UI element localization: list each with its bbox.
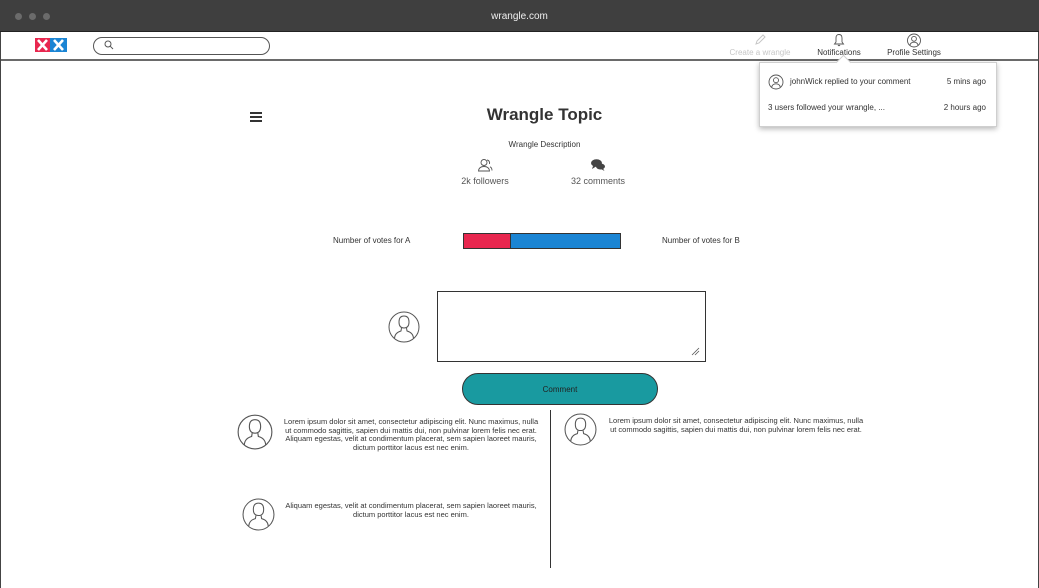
logo-icon[interactable] bbox=[35, 38, 67, 52]
followers-count: 2k followers bbox=[461, 176, 509, 186]
search-icon bbox=[104, 40, 114, 50]
votes-b-label: Number of votes for B bbox=[662, 236, 740, 245]
avatar bbox=[237, 414, 273, 450]
comments-count: 32 comments bbox=[570, 176, 626, 186]
avatar bbox=[242, 498, 275, 531]
bell-icon bbox=[833, 34, 845, 47]
vote-fill-a bbox=[464, 234, 511, 248]
user-icon bbox=[768, 74, 784, 90]
profile-settings-label: Profile Settings bbox=[887, 48, 941, 57]
vote-progress-bar[interactable] bbox=[463, 233, 621, 249]
wrangle-description: Wrangle Description bbox=[508, 140, 581, 149]
vote-fill-b bbox=[510, 234, 620, 248]
votes-a-label: Number of votes for A bbox=[333, 236, 411, 245]
notification-time: 5 mins ago bbox=[946, 77, 986, 86]
search-bar[interactable] bbox=[93, 37, 270, 55]
resize-grip-icon[interactable] bbox=[691, 347, 700, 356]
comments-stat[interactable]: 32 comments bbox=[560, 158, 636, 186]
notification-text: johnWick replied to your comment bbox=[790, 77, 911, 86]
search-input[interactable] bbox=[120, 39, 260, 53]
comments-divider bbox=[550, 410, 551, 568]
comment-text: Lorem ipsum dolor sit amet, consectetur … bbox=[283, 417, 539, 453]
profile-settings-button[interactable]: Profile Settings bbox=[881, 32, 947, 61]
user-icon bbox=[907, 33, 921, 48]
comment-text: Lorem ipsum dolor sit amet, consectetur … bbox=[608, 416, 864, 434]
avatar bbox=[388, 311, 420, 343]
browser-url: wrangle.com bbox=[491, 11, 548, 22]
browser-titlebar: wrangle.com bbox=[0, 0, 1039, 32]
notifications-button[interactable]: Notifications bbox=[806, 32, 872, 61]
page-title: Wrangle Topic bbox=[486, 105, 603, 124]
notifications-label: Notifications bbox=[817, 48, 861, 57]
comment-text: Aliquam egestas, velit at condimentum pl… bbox=[285, 501, 537, 519]
followers-stat[interactable]: 2k followers bbox=[447, 158, 523, 186]
followers-icon bbox=[477, 159, 493, 172]
create-wrangle-button[interactable]: Create a wrangle bbox=[722, 32, 798, 61]
create-wrangle-label: Create a wrangle bbox=[729, 48, 791, 57]
avatar bbox=[564, 413, 597, 446]
chat-icon bbox=[591, 159, 605, 171]
app-header: Create a wrangle Notifications Profile S… bbox=[1, 32, 1038, 61]
pencil-icon bbox=[755, 34, 766, 45]
comment-button[interactable]: Comment bbox=[462, 373, 658, 405]
comment-input[interactable] bbox=[437, 291, 706, 362]
